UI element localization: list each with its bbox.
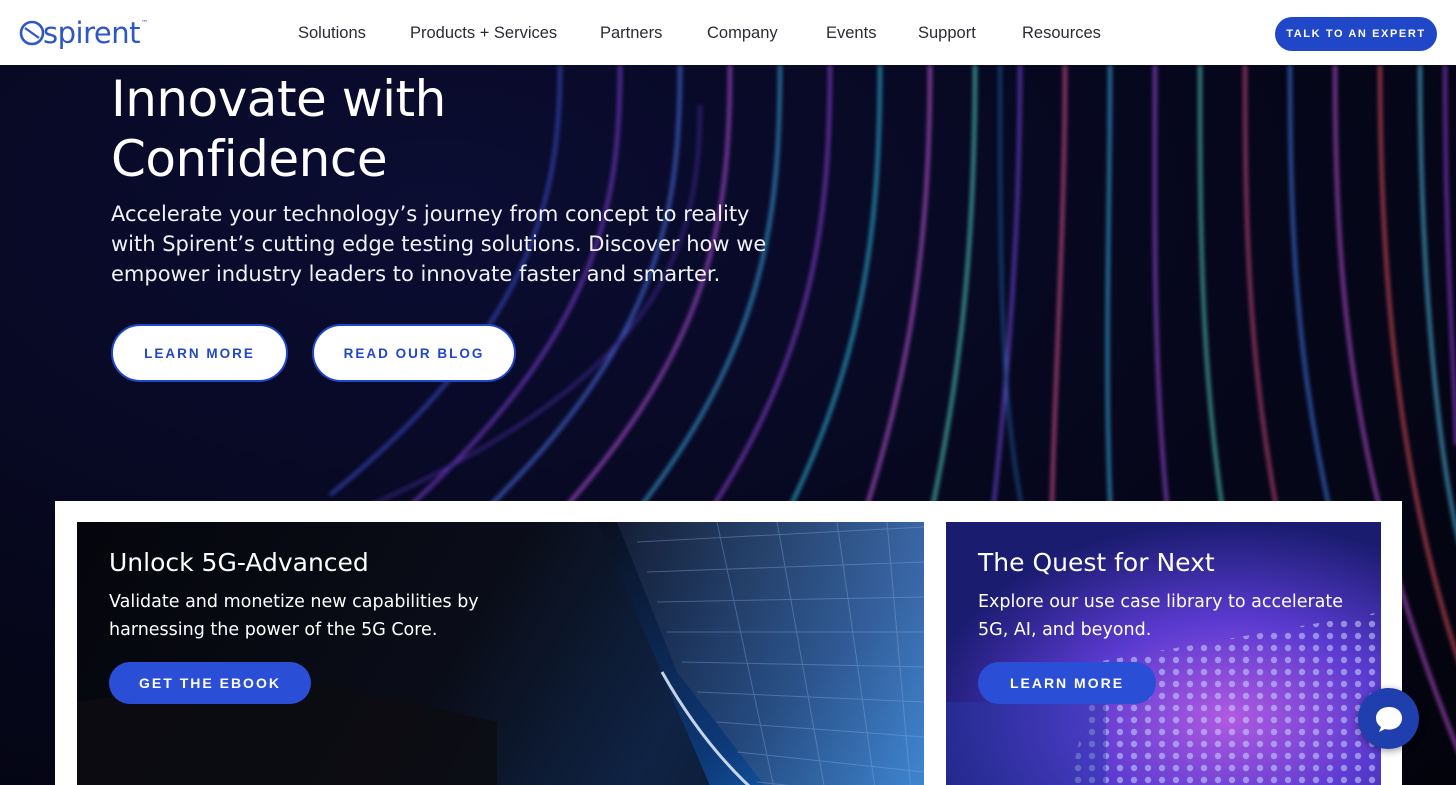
nav-item-resources[interactable]: Resources (1022, 24, 1101, 43)
card-description: Validate and monetize new capabilities b… (109, 592, 479, 640)
nav-item-events[interactable]: Events (826, 24, 876, 43)
site-header: spirent ™ Solutions Products + Services … (0, 0, 1456, 65)
learn-more-button[interactable]: LEARN MORE (111, 324, 288, 382)
card-description: Explore our use case library to accelera… (978, 592, 1344, 640)
chat-widget-button[interactable] (1358, 688, 1419, 749)
hero-title-line2: Confidence (111, 130, 388, 188)
nav-item-partners[interactable]: Partners (600, 24, 662, 43)
card-title: Unlock 5G-Advanced (109, 548, 369, 577)
feature-card-5g-advanced[interactable]: Unlock 5G-Advanced Validate and monetize… (77, 522, 924, 785)
talk-to-expert-button[interactable]: TALK TO AN EXPERT (1275, 17, 1437, 51)
hero-title-line1: Innovate with (111, 70, 446, 128)
read-our-blog-button[interactable]: READ OUR BLOG (312, 324, 516, 382)
main-nav: Solutions Products + Services Partners C… (0, 0, 1456, 65)
nav-item-products-services[interactable]: Products + Services (410, 24, 557, 43)
learn-more-card-button[interactable]: LEARN MORE (978, 662, 1156, 704)
nav-item-solutions[interactable]: Solutions (298, 24, 366, 43)
feature-card-quest-for-next[interactable]: The Quest for Next Explore our use case … (946, 522, 1381, 785)
get-the-ebook-button[interactable]: GET THE EBOOK (109, 662, 311, 704)
nav-item-support[interactable]: Support (918, 24, 976, 43)
chat-bubble-icon (1375, 706, 1402, 732)
nav-item-company[interactable]: Company (707, 24, 778, 43)
card-title: The Quest for Next (978, 548, 1215, 577)
hero-title: Innovate with Confidence (111, 69, 711, 189)
hero-subtitle: Accelerate your technology’s journey fro… (111, 202, 767, 286)
